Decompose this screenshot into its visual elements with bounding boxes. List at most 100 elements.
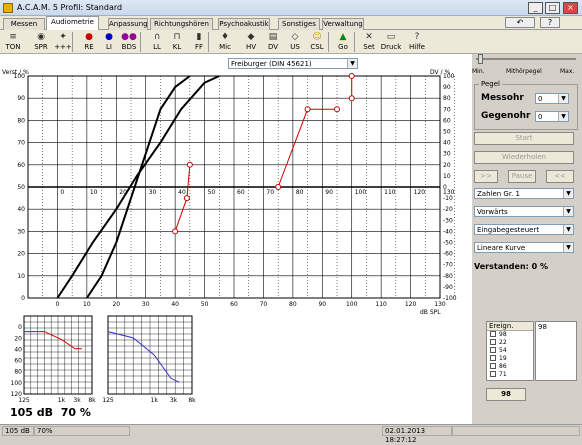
tab-bar: Messen Audiometrie Anpassung Richtungshö… xyxy=(0,16,582,31)
help-question-icon[interactable]: ? xyxy=(540,17,560,28)
volume-slider-thumb[interactable] xyxy=(478,54,483,64)
event-list-item[interactable]: 22 xyxy=(487,339,533,347)
tab-richtungshoeren[interactable]: Richtungshören xyxy=(150,18,213,30)
select-value: Vorwärts xyxy=(477,208,508,216)
y-tick-label: 40 xyxy=(14,346,22,353)
forward-button[interactable]: >> xyxy=(474,170,498,183)
toolbar--button[interactable]: ✦ +++ xyxy=(52,31,74,53)
tab-psychoakustik[interactable]: Psychoakustik xyxy=(218,18,270,30)
volume-slider-track[interactable] xyxy=(476,58,576,60)
toolbar-hilfe-button[interactable]: ? Hilfe xyxy=(406,31,428,53)
midline-tick-label: 90 xyxy=(325,189,333,196)
minimize-button[interactable]: _ xyxy=(528,2,543,14)
gegenohr-select[interactable]: 0 ▼ xyxy=(535,111,569,122)
title-bar: A.C.A.M. 5 Profil: Standard _ □ × xyxy=(0,0,582,16)
checkbox[interactable] xyxy=(490,355,496,361)
pause-button[interactable]: Pause xyxy=(508,170,536,183)
toolbar-kl-button[interactable]: ⊓ KL xyxy=(166,31,188,53)
event-value: 19 xyxy=(499,355,507,362)
toolbar-csl-button[interactable]: ☺ CSL xyxy=(306,31,328,53)
toolbar-spr-button[interactable]: ◉ SPR xyxy=(30,31,52,53)
checkbox[interactable] xyxy=(490,339,496,345)
toolbar-go-button[interactable]: ▲ Go xyxy=(332,31,354,53)
y-right-tick-label: -90 xyxy=(443,284,453,291)
midline-tick-label: 40 xyxy=(178,189,186,196)
x-tick-label: 125 xyxy=(18,397,30,404)
toolbar-ff-button[interactable]: ▮ FF xyxy=(188,31,210,53)
y-axis-title: Verst / % xyxy=(2,69,29,76)
tab-sonstiges[interactable]: Sonstiges xyxy=(278,18,320,30)
checkbox[interactable] xyxy=(490,347,496,353)
close-button[interactable]: × xyxy=(563,2,578,14)
data-point[interactable] xyxy=(186,161,193,168)
toolbar-bds-button[interactable]: ●● BDS xyxy=(118,31,140,53)
input-mode-select[interactable]: Eingabegesteuert ▼ xyxy=(474,224,574,235)
dv-icon: ▤ xyxy=(268,32,278,42)
us-icon: ◇ xyxy=(291,32,299,42)
toolbar-hv-button[interactable]: ◆ HV xyxy=(240,31,262,53)
repeat-button[interactable]: Wiederholen xyxy=(474,151,574,164)
backward-button[interactable]: << xyxy=(546,170,574,183)
direction-select[interactable]: Vorwärts ▼ xyxy=(474,206,574,217)
toolbar-druck-button[interactable]: ▭ Druck xyxy=(380,31,402,53)
both-ears-icon: ●● xyxy=(121,32,137,42)
tab-audiometrie[interactable]: Audiometrie xyxy=(46,16,99,31)
x-tick-label: 3k xyxy=(170,397,178,404)
data-point[interactable] xyxy=(304,106,311,113)
midline-tick-label: 80 xyxy=(296,189,304,196)
toolbar-label: LI xyxy=(106,43,112,51)
dropdown-arrow-icon: ▼ xyxy=(558,94,568,103)
data-point[interactable] xyxy=(172,228,179,235)
messohr-select[interactable]: 0 ▼ xyxy=(535,93,569,104)
event-list-item[interactable]: 71 xyxy=(487,371,533,379)
toolbar-re-button[interactable]: ● RE xyxy=(78,31,100,53)
tab-messen[interactable]: Messen xyxy=(3,18,45,30)
data-point[interactable] xyxy=(348,95,355,102)
event-list-item[interactable]: 19 xyxy=(487,355,533,363)
data-point[interactable] xyxy=(275,184,282,190)
data-point[interactable] xyxy=(334,106,340,113)
event-list-item[interactable]: 98 xyxy=(487,331,533,339)
midline-tick-label: 100 xyxy=(355,189,367,196)
dropdown-arrow-icon: ▼ xyxy=(563,189,573,198)
x-tick-label: 8k xyxy=(88,397,96,404)
toolbar-label: BDS xyxy=(121,43,137,51)
tab-anpassung[interactable]: Anpassung xyxy=(108,18,148,30)
checkbox[interactable] xyxy=(490,363,496,369)
y-right-tick-label: -50 xyxy=(443,240,453,247)
checkbox[interactable] xyxy=(490,371,496,377)
x-tick-label: 120 xyxy=(405,301,417,308)
y-right-tick-label: 10 xyxy=(443,173,451,180)
data-point[interactable] xyxy=(348,73,355,79)
level-readout: 105 dB 70 % xyxy=(10,406,91,419)
x-tick-label: 1k xyxy=(58,397,66,404)
back-arrow-icon[interactable]: ↶ xyxy=(505,17,535,28)
select-value: Eingabegesteuert xyxy=(477,226,540,234)
event-value: 22 xyxy=(499,339,507,346)
toolbar-li-button[interactable]: ● LI xyxy=(98,31,120,53)
start-button[interactable]: Start xyxy=(474,132,574,145)
toolbar-dv-button[interactable]: ▤ DV xyxy=(262,31,284,53)
tab-verwaltung[interactable]: Verwaltung xyxy=(322,18,364,30)
material-select[interactable]: Zahlen Gr. 1 ▼ xyxy=(474,188,574,199)
event-value: 71 xyxy=(499,371,507,378)
y-tick-label: 10 xyxy=(17,273,25,280)
event-value-box: 98 xyxy=(535,321,577,381)
event-list-item[interactable]: 86 xyxy=(487,363,533,371)
event-list[interactable]: Ereign. 98 22 54 19 86 71 xyxy=(486,321,534,381)
maximize-button[interactable]: □ xyxy=(545,2,560,14)
data-point[interactable] xyxy=(183,195,190,202)
speech-audiogram-chart[interactable]: 0102030405060708090100 100908070605040302… xyxy=(0,66,472,324)
curve-select[interactable]: Lineare Kurve ▼ xyxy=(474,242,574,253)
dropdown-arrow-icon: ▼ xyxy=(558,112,568,121)
repeat-number-button[interactable]: 98 xyxy=(486,388,526,401)
status-bar: 105 dB 70% 02.01.2013 18:27:12 xyxy=(0,424,582,444)
toolbar-set-button[interactable]: ✕ Set xyxy=(358,31,380,53)
toolbar-ll-button[interactable]: ∩ LL xyxy=(146,31,168,53)
toolbar-us-button[interactable]: ◇ US xyxy=(284,31,306,53)
y-tick-label: 80 xyxy=(14,369,22,376)
toolbar-ton-button[interactable]: ≡ TON xyxy=(2,31,24,53)
checkbox[interactable] xyxy=(490,331,496,337)
event-list-item[interactable]: 54 xyxy=(487,347,533,355)
toolbar-mic-button[interactable]: ♦ Mic xyxy=(214,31,236,53)
